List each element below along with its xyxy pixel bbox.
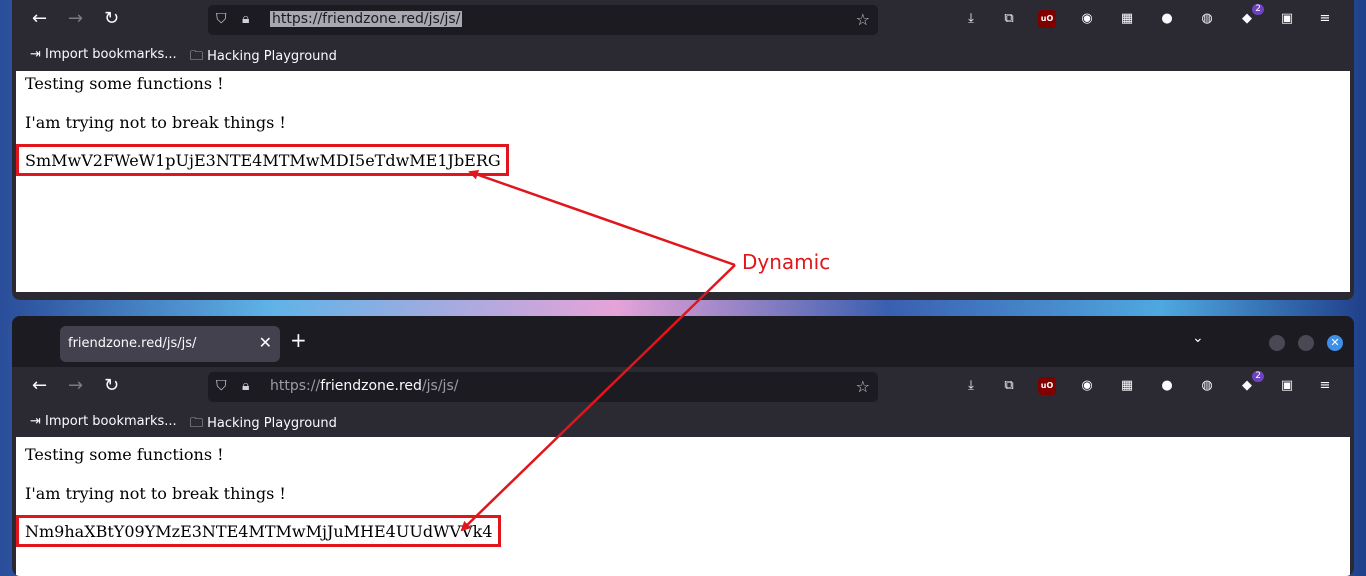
menu-icon[interactable]: ≡ [1316, 377, 1334, 395]
download-icon[interactable]: ⤓ [962, 10, 980, 28]
back-arrow-icon[interactable]: ← [32, 376, 47, 396]
bookmarks-bar: ⇥ Import bookmarks... 🗀︎ Hacking Playgro… [12, 40, 1354, 70]
text-line-2: I'am trying not to break things ! [25, 484, 286, 503]
import-bookmarks-item[interactable]: ⇥ Import bookmarks... [30, 47, 177, 62]
url-text[interactable]: https://friendzone.red/js/js/ [270, 11, 463, 27]
foxyproxy-icon[interactable]: ◆ 2 [1238, 371, 1264, 395]
browser-window-top: ← → ↻ ⛉ 🔒︎ https://friendzone.red/js/js/… [12, 0, 1354, 300]
token-bottom: Nm9haXBtY09YMzE3NTE4MTMwMjJuMHE4UUdWVVk4 [16, 515, 501, 547]
lock-icon[interactable]: 🔒︎ [242, 378, 249, 394]
shield-icon[interactable]: ⛉ [216, 11, 227, 27]
token-top: SmMwV2FWeW1pUjE3NTE4MTMwMDI5eTdwME1JbERG [16, 144, 509, 176]
folder-icon: 🗀︎ [190, 416, 208, 431]
forward-arrow-icon[interactable]: → [68, 9, 83, 29]
nav-toolbar: ← → ↻ ⛉ 🔒︎ https://friendzone.red/js/js/… [12, 367, 1354, 407]
page-content-top: Testing some functions ! I'am trying not… [16, 71, 1350, 292]
url-bar[interactable]: ⛉ 🔒︎ https://friendzone.red/js/js/ ☆ [208, 372, 878, 402]
extensions-icon[interactable]: ⧉ [1000, 377, 1018, 395]
qr-code-icon[interactable]: ▦ [1118, 377, 1136, 395]
owl-extension-icon[interactable]: ◉ [1078, 377, 1096, 395]
cookie-editor-icon[interactable]: ◍ [1198, 10, 1216, 28]
text-line-2: I'am trying not to break things ! [25, 113, 286, 132]
extension-badge: 2 [1252, 4, 1264, 15]
bookmarks-bar: ⇥ Import bookmarks... 🗀︎ Hacking Playgro… [12, 407, 1354, 437]
lock-icon[interactable]: 🔒︎ [242, 11, 249, 27]
extension-badge: 2 [1252, 371, 1264, 382]
minimize-button[interactable] [1269, 335, 1285, 351]
import-bookmarks-item[interactable]: ⇥ Import bookmarks... [30, 414, 177, 429]
bookmark-folder-item[interactable]: 🗀︎ Hacking Playground [190, 414, 337, 436]
bookmark-star-icon[interactable]: ☆ [856, 10, 870, 29]
menu-icon[interactable]: ≡ [1316, 10, 1334, 28]
screenshot-icon[interactable]: ▣ [1278, 377, 1296, 395]
text-line-1: Testing some functions ! [25, 74, 224, 93]
tab-strip: friendzone.red/js/js/ ✕ + ⌄ ✕ [12, 316, 1354, 367]
extensions-icon[interactable]: ⧉ [1000, 10, 1018, 28]
ublock-icon[interactable]: uO [1038, 377, 1056, 395]
text-line-1: Testing some functions ! [25, 445, 224, 464]
reload-icon[interactable]: ↻ [104, 376, 119, 396]
import-icon: ⇥ [30, 414, 46, 429]
bookmark-folder-item[interactable]: 🗀︎ Hacking Playground [190, 47, 337, 69]
tab-title: friendzone.red/js/js/ [68, 336, 197, 351]
bookmark-star-icon[interactable]: ☆ [856, 377, 870, 396]
tab-close-icon[interactable]: ✕ [259, 333, 272, 352]
ublock-icon[interactable]: uO [1038, 10, 1056, 28]
back-arrow-icon[interactable]: ← [32, 9, 47, 29]
shield-icon[interactable]: ⛉ [216, 378, 227, 394]
qr-code-icon[interactable]: ▦ [1118, 10, 1136, 28]
page-content-bottom: Testing some functions ! I'am trying not… [16, 437, 1350, 576]
cookie-icon[interactable]: ● [1158, 10, 1176, 28]
dynamic-annotation-label: Dynamic [742, 250, 831, 274]
forward-arrow-icon[interactable]: → [68, 376, 83, 396]
window-close-icon[interactable]: ✕ [1327, 335, 1343, 351]
download-icon[interactable]: ⤓ [962, 377, 980, 395]
url-bar[interactable]: ⛉ 🔒︎ https://friendzone.red/js/js/ ☆ [208, 5, 878, 35]
url-text[interactable]: https://friendzone.red/js/js/ [270, 378, 458, 394]
list-tabs-chevron-icon[interactable]: ⌄ [1192, 330, 1204, 346]
maximize-button[interactable] [1298, 335, 1314, 351]
foxyproxy-icon[interactable]: ◆ 2 [1238, 4, 1264, 28]
nav-toolbar: ← → ↻ ⛉ 🔒︎ https://friendzone.red/js/js/… [12, 0, 1354, 40]
cookie-editor-icon[interactable]: ◍ [1198, 377, 1216, 395]
folder-icon: 🗀︎ [190, 49, 208, 64]
tab-friendzone[interactable]: friendzone.red/js/js/ ✕ [60, 326, 280, 362]
cookie-icon[interactable]: ● [1158, 377, 1176, 395]
owl-extension-icon[interactable]: ◉ [1078, 10, 1096, 28]
import-icon: ⇥ [30, 47, 46, 62]
screenshot-icon[interactable]: ▣ [1278, 10, 1296, 28]
reload-icon[interactable]: ↻ [104, 9, 119, 29]
browser-window-bottom: friendzone.red/js/js/ ✕ + ⌄ ✕ ← → ↻ ⛉ 🔒︎… [12, 316, 1354, 576]
new-tab-plus-icon[interactable]: + [290, 330, 307, 350]
